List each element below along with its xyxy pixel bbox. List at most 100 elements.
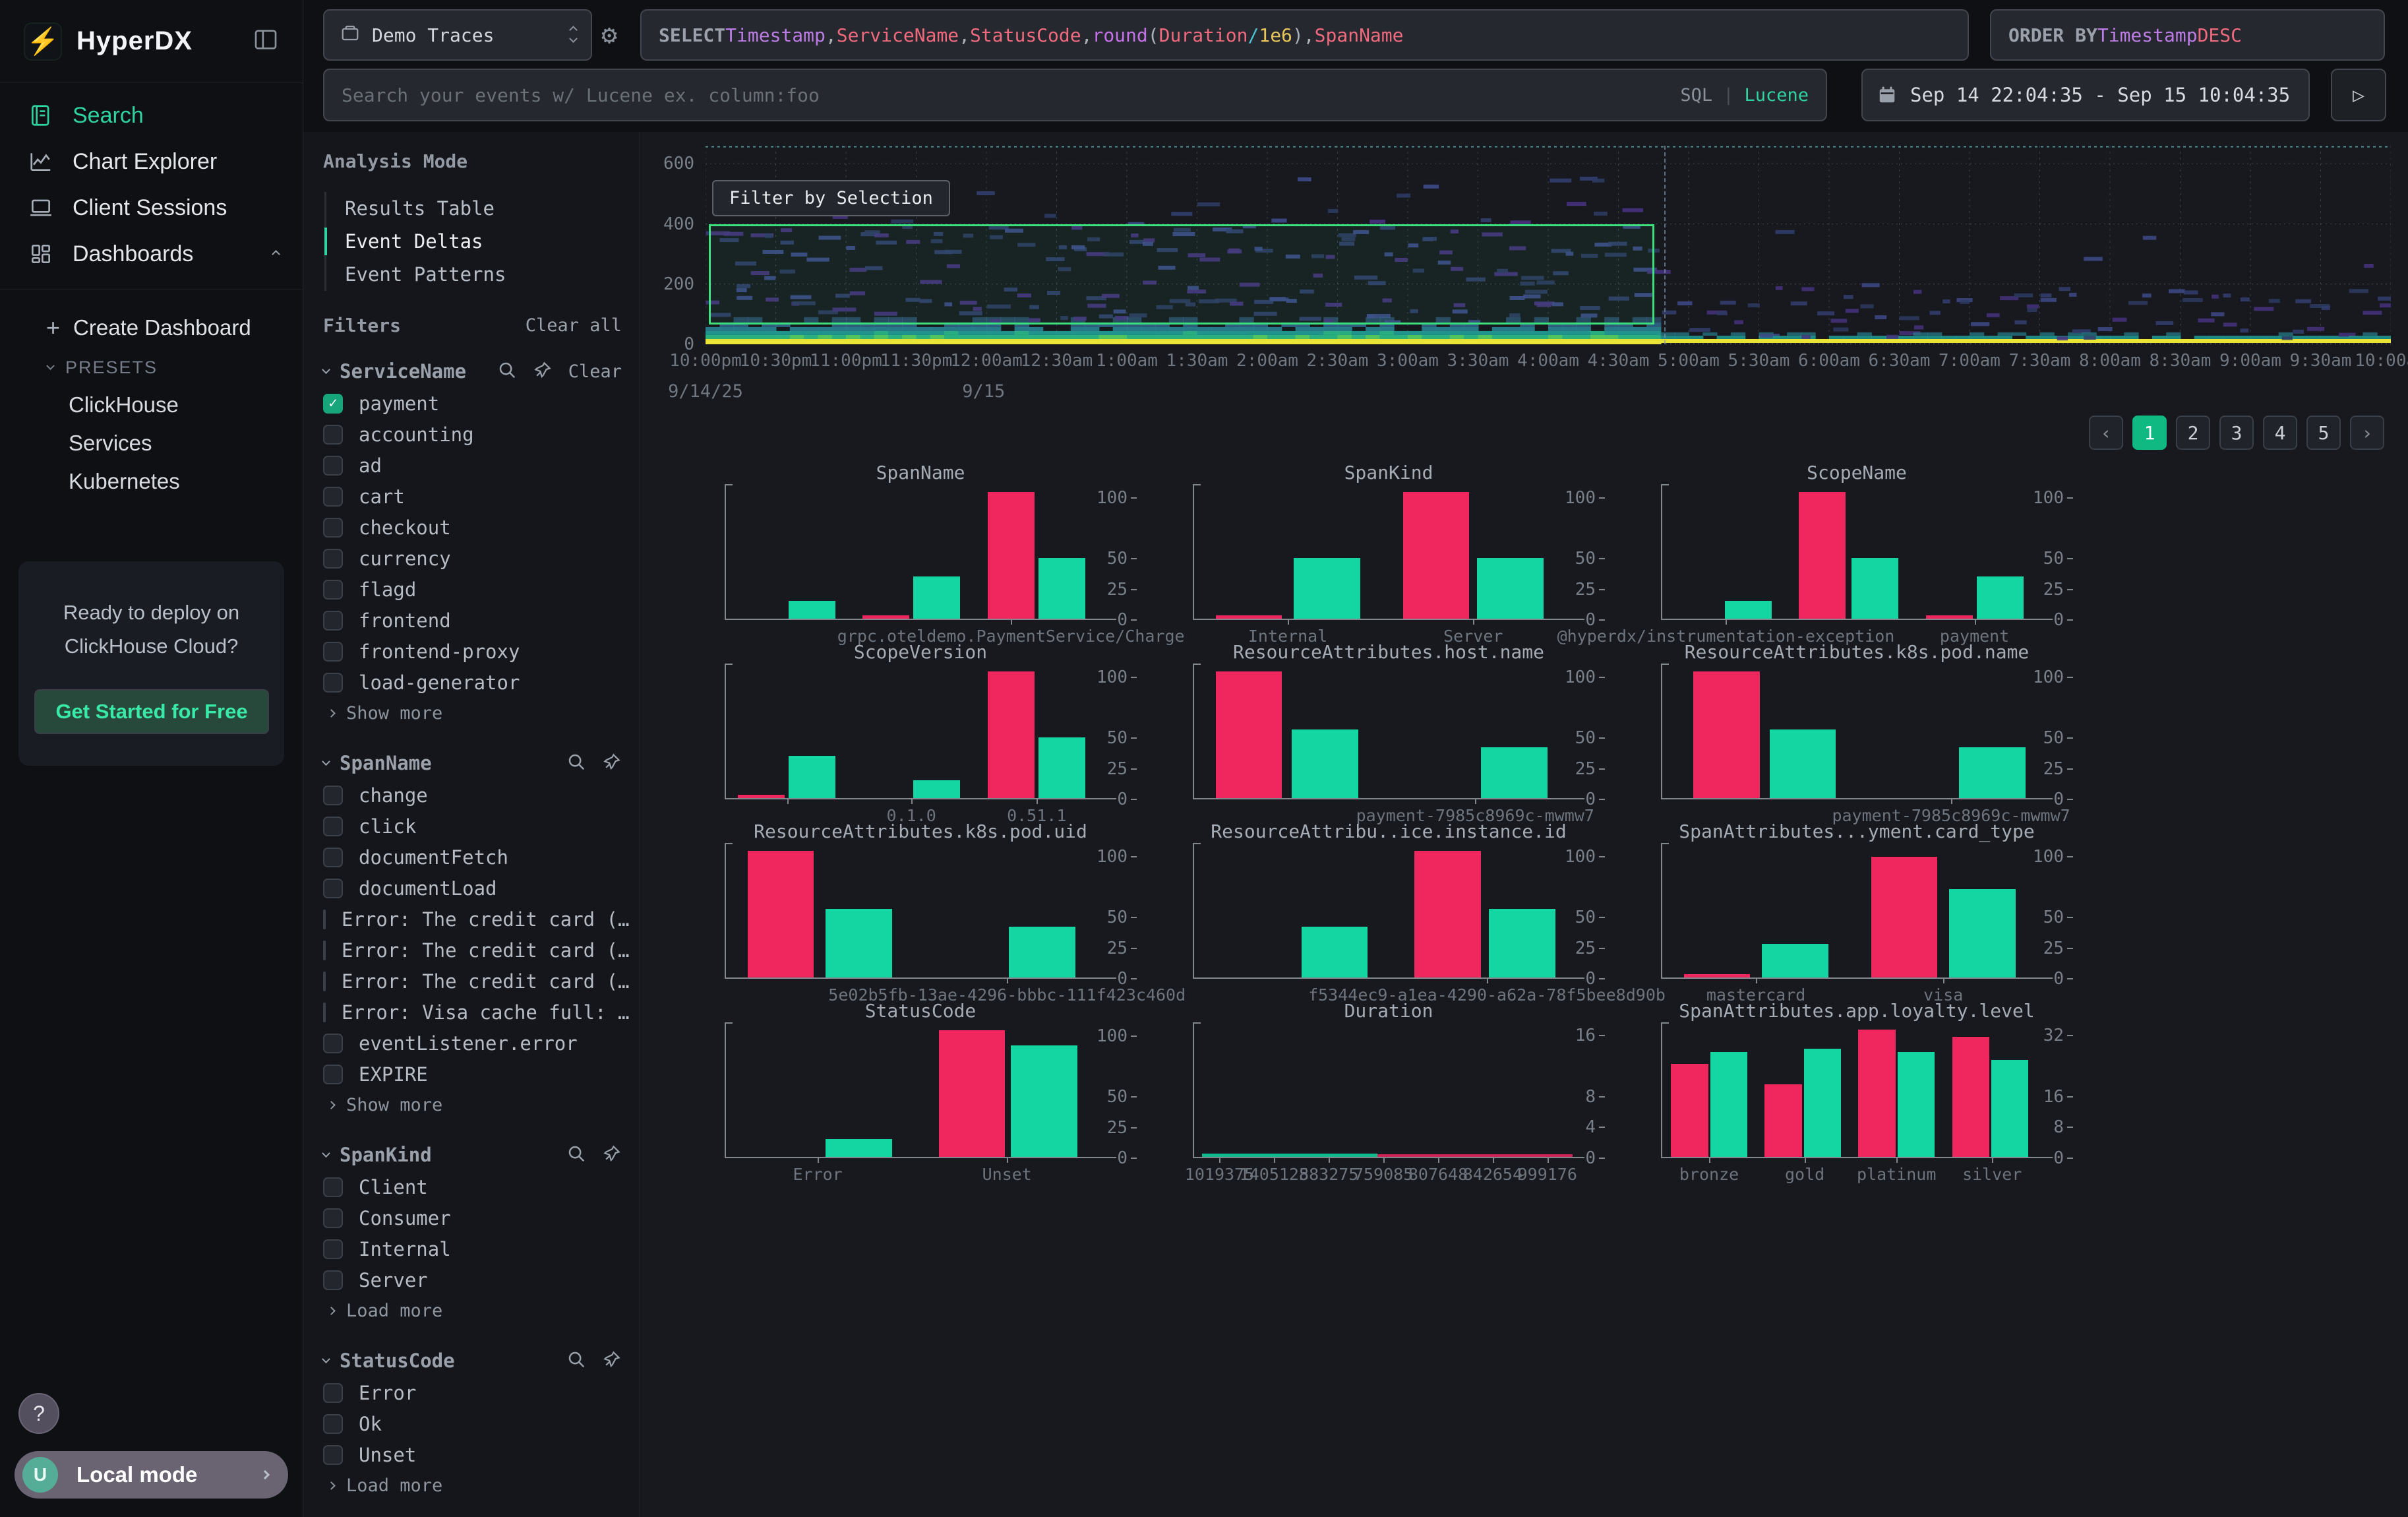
sidebar-item-client-sessions[interactable]: Client Sessions bbox=[0, 185, 303, 231]
filter-option[interactable]: Error: The credit card (… bbox=[323, 935, 622, 966]
page-next-button[interactable]: › bbox=[2350, 416, 2384, 450]
mode-results-table[interactable]: Results Table bbox=[326, 192, 622, 225]
filter-option[interactable]: EXPIRE bbox=[323, 1059, 622, 1090]
time-range-picker[interactable]: Sep 14 22:04:35 - Sep 15 10:04:35 bbox=[1861, 69, 2310, 121]
pin-icon[interactable] bbox=[602, 752, 622, 774]
checkbox[interactable] bbox=[323, 456, 343, 476]
preset-clickhouse[interactable]: ClickHouse bbox=[0, 386, 303, 424]
gear-icon[interactable]: ⚙ bbox=[601, 20, 617, 50]
mode-event-deltas[interactable]: Event Deltas bbox=[326, 225, 622, 258]
filter-option[interactable]: Error bbox=[323, 1377, 622, 1408]
checkbox[interactable] bbox=[323, 941, 326, 960]
filter-group-clear[interactable]: Clear bbox=[568, 361, 622, 382]
filter-option[interactable]: flagd bbox=[323, 574, 622, 605]
filter-option[interactable]: cart bbox=[323, 481, 622, 512]
search-input[interactable] bbox=[342, 84, 1680, 106]
heatmap-selection-box[interactable] bbox=[709, 224, 1654, 325]
filter-option[interactable]: Ok bbox=[323, 1408, 622, 1439]
show-more-button[interactable]: Show more bbox=[323, 698, 622, 728]
filter-option[interactable]: currency bbox=[323, 543, 622, 574]
create-dashboard-button[interactable]: + Create Dashboard bbox=[0, 307, 303, 349]
lang-sql[interactable]: SQL bbox=[1680, 85, 1712, 106]
checkbox[interactable] bbox=[323, 549, 343, 569]
clear-all-button[interactable]: Clear all bbox=[526, 315, 622, 336]
filter-option[interactable]: ✓ payment bbox=[323, 388, 622, 419]
filter-option[interactable]: Server bbox=[323, 1264, 622, 1295]
source-select[interactable]: Demo Traces bbox=[323, 9, 592, 61]
checkbox[interactable] bbox=[323, 673, 343, 693]
checkbox[interactable] bbox=[323, 580, 343, 600]
filter-option[interactable]: Consumer bbox=[323, 1202, 622, 1233]
local-mode-menu[interactable]: U Local mode bbox=[15, 1451, 288, 1499]
checkbox[interactable] bbox=[323, 487, 343, 507]
page-button-5[interactable]: 5 bbox=[2306, 416, 2341, 450]
order-by-input[interactable]: ORDER BY Timestamp DESC bbox=[1990, 9, 2385, 61]
checkbox[interactable] bbox=[323, 848, 343, 867]
checkbox[interactable] bbox=[323, 972, 326, 991]
filter-option[interactable]: checkout bbox=[323, 512, 622, 543]
show-more-button[interactable]: Show more bbox=[323, 1090, 622, 1120]
checkbox[interactable] bbox=[323, 1239, 343, 1259]
filter-option[interactable]: frontend-proxy bbox=[323, 636, 622, 667]
sidebar-item-search[interactable]: Search bbox=[0, 92, 303, 139]
preset-kubernetes[interactable]: Kubernetes bbox=[0, 462, 303, 501]
checkbox[interactable] bbox=[323, 1414, 343, 1434]
preset-services[interactable]: Services bbox=[0, 424, 303, 462]
filter-by-selection-button[interactable]: Filter by Selection bbox=[712, 180, 950, 216]
filter-option[interactable]: Error: The credit card (… bbox=[323, 904, 622, 935]
page-prev-button[interactable]: ‹ bbox=[2089, 416, 2123, 450]
filter-option[interactable]: Error: The credit card (… bbox=[323, 966, 622, 997]
sidebar-item-chart-explorer[interactable]: Chart Explorer bbox=[0, 139, 303, 185]
checkbox[interactable] bbox=[323, 1270, 343, 1290]
search-icon[interactable] bbox=[566, 1144, 586, 1166]
checkbox[interactable] bbox=[323, 1065, 343, 1084]
checkbox[interactable] bbox=[323, 786, 343, 805]
checkbox[interactable] bbox=[323, 1445, 343, 1465]
search-icon[interactable] bbox=[566, 752, 586, 774]
sidebar-collapse-icon[interactable] bbox=[253, 26, 279, 56]
chevron-down-icon[interactable] bbox=[322, 1355, 330, 1363]
checkbox[interactable] bbox=[323, 1177, 343, 1197]
presets-toggle[interactable]: PRESETS bbox=[0, 349, 303, 386]
filter-option[interactable]: Client bbox=[323, 1171, 622, 1202]
checkbox[interactable] bbox=[323, 1003, 326, 1022]
show-more-button[interactable]: Load more bbox=[323, 1295, 622, 1326]
filter-option[interactable]: Error: Visa cache full: … bbox=[323, 997, 622, 1028]
filter-option[interactable]: Internal bbox=[323, 1233, 622, 1264]
filter-option[interactable]: change bbox=[323, 780, 622, 811]
chevron-down-icon[interactable] bbox=[322, 1149, 330, 1158]
filter-option[interactable]: load-generator bbox=[323, 667, 622, 698]
checkbox[interactable] bbox=[323, 1208, 343, 1228]
heatmap-plot[interactable]: Filter by Selection bbox=[706, 146, 2391, 344]
filter-option[interactable]: documentFetch bbox=[323, 842, 622, 873]
filter-option[interactable]: click bbox=[323, 811, 622, 842]
get-started-button[interactable]: Get Started for Free bbox=[34, 689, 269, 734]
search-icon[interactable] bbox=[566, 1349, 586, 1372]
page-button-1[interactable]: 1 bbox=[2132, 416, 2167, 450]
checkbox[interactable] bbox=[323, 642, 343, 662]
checkbox[interactable] bbox=[323, 1383, 343, 1403]
run-query-button[interactable]: ▷ bbox=[2331, 69, 2386, 121]
page-button-3[interactable]: 3 bbox=[2219, 416, 2254, 450]
search-icon[interactable] bbox=[497, 360, 517, 383]
filter-option[interactable]: Unset bbox=[323, 1439, 622, 1470]
checkbox[interactable] bbox=[323, 518, 343, 538]
query-language-toggle[interactable]: SQL | Lucene bbox=[1680, 85, 1809, 106]
checkbox[interactable]: ✓ bbox=[323, 394, 343, 414]
pin-icon[interactable] bbox=[533, 360, 553, 383]
lang-lucene[interactable]: Lucene bbox=[1744, 85, 1809, 106]
filter-option[interactable]: frontend bbox=[323, 605, 622, 636]
filter-option[interactable]: ad bbox=[323, 450, 622, 481]
mode-event-patterns[interactable]: Event Patterns bbox=[326, 258, 622, 291]
pin-icon[interactable] bbox=[602, 1349, 622, 1372]
checkbox[interactable] bbox=[323, 879, 343, 898]
checkbox[interactable] bbox=[323, 425, 343, 445]
chevron-down-icon[interactable] bbox=[322, 365, 330, 374]
page-button-4[interactable]: 4 bbox=[2263, 416, 2297, 450]
filter-option[interactable]: documentLoad bbox=[323, 873, 622, 904]
checkbox[interactable] bbox=[323, 910, 326, 929]
sidebar-item-dashboards[interactable]: Dashboards bbox=[0, 231, 303, 277]
sql-select-input[interactable]: SELECT Timestamp, ServiceName, StatusCod… bbox=[640, 9, 1969, 61]
show-more-button[interactable]: Load more bbox=[323, 1470, 622, 1501]
page-button-2[interactable]: 2 bbox=[2176, 416, 2210, 450]
